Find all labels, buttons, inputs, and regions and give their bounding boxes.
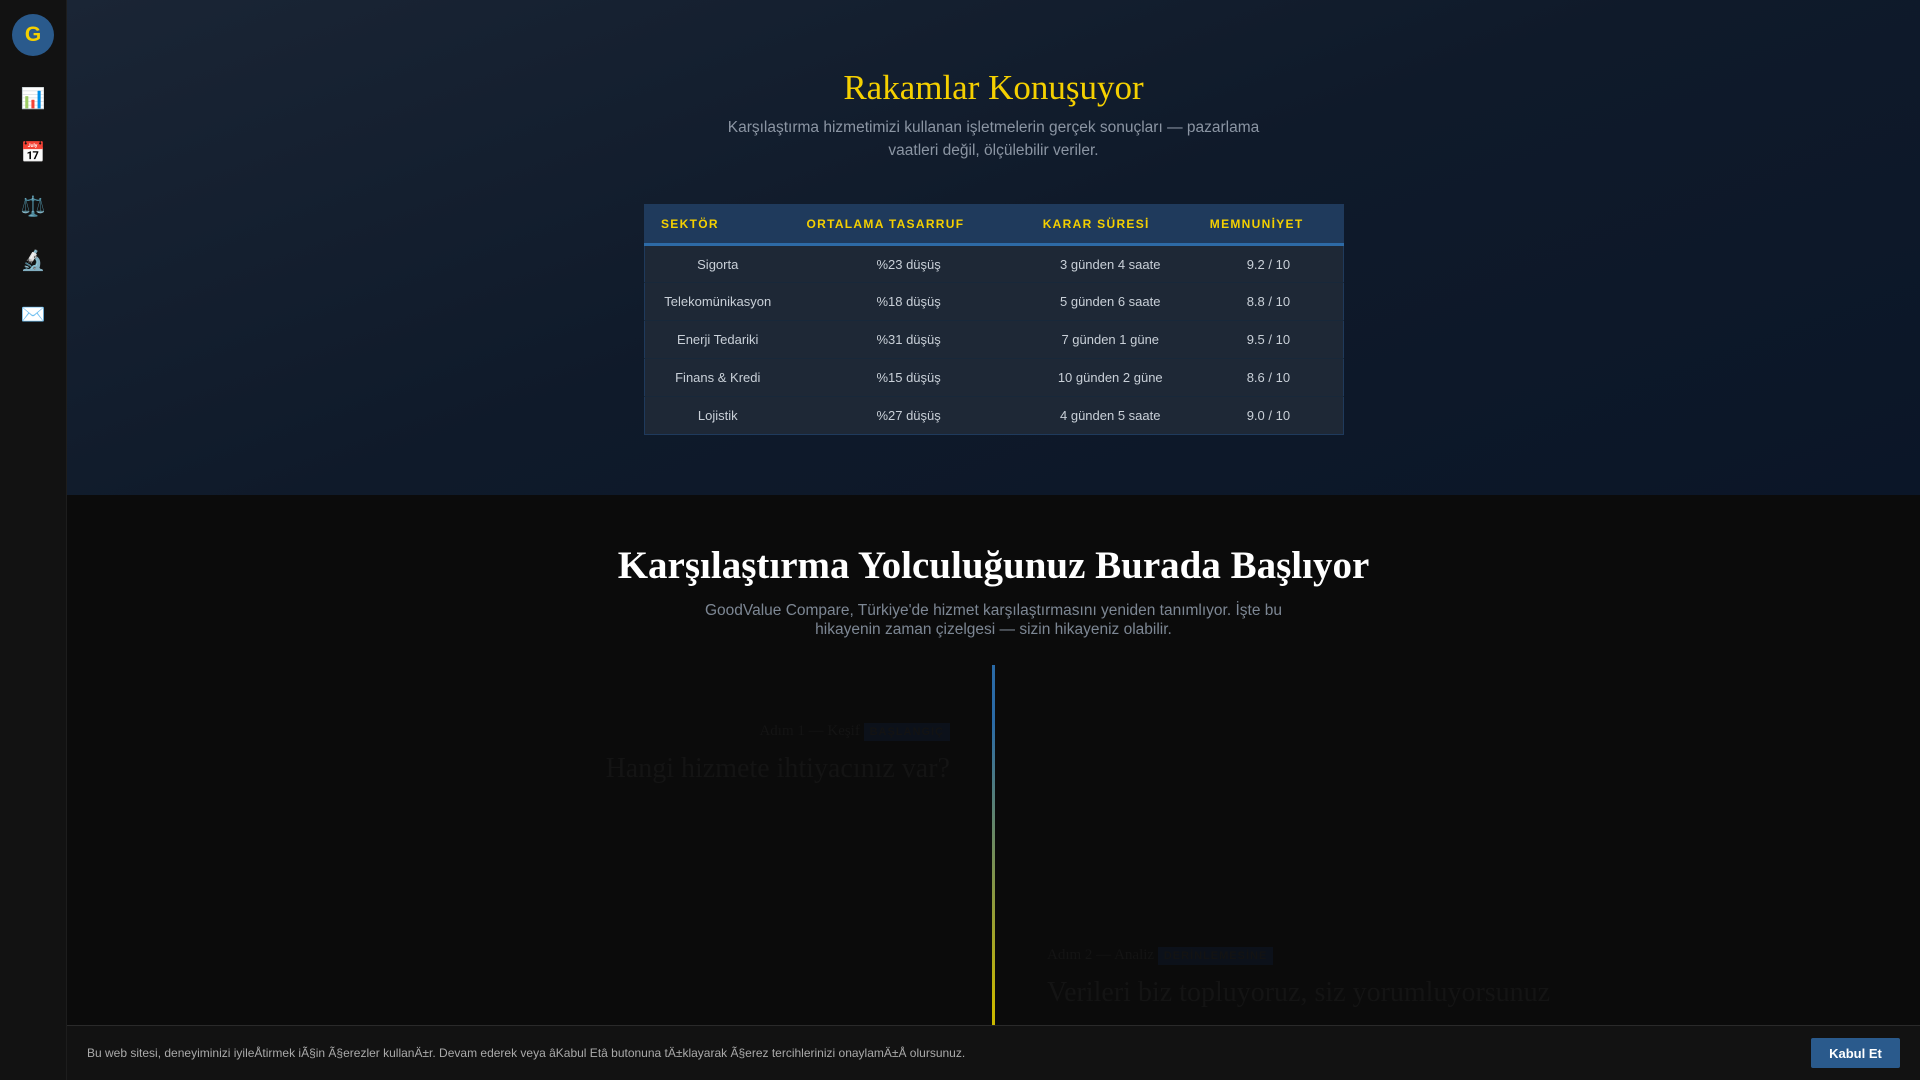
table-cell: %18 düşüş	[790, 282, 1027, 321]
table-row: Finans & Kredi %15 düşüş 10 günden 2 güne 8…	[644, 358, 1344, 397]
table-cell: 8.8 / 10	[1193, 282, 1344, 321]
chart-icon[interactable]: 📊	[19, 86, 47, 110]
timeline-step-2-label: Adım 2 — Analiz DERİNLEMESİNE	[1047, 947, 1274, 965]
table-cell: 3 günden 4 saate	[1026, 244, 1194, 283]
stats-subtitle: Karşılaştırma hizmetimizi kullanan işlet…	[727, 119, 1260, 159]
table-cell: Telekomünikasyon	[644, 282, 791, 321]
sidebar: G 📊 📅 ⚖️ 🔬 ✉️	[0, 0, 67, 1080]
stats-section: Rakamlar Konuşuyor Karşılaştırma hizmeti…	[67, 0, 1920, 495]
cookie-text: Bu web sitesi, deneyiminizi iyileÅtirmek…	[87, 1046, 966, 1060]
accept-cookies-button[interactable]: Kabul Et	[1811, 1038, 1900, 1068]
step-badge: DERİNLEMESİNE	[1157, 947, 1274, 965]
timeline-line	[992, 665, 995, 1045]
table-cell: %23 düşüş	[790, 244, 1027, 283]
table-row: Sigorta %23 düşüş 3 günden 4 saate 9.2 / 10	[644, 244, 1344, 283]
calendar-icon[interactable]: 📅	[19, 140, 47, 164]
journey-title: Karşılaştırma Yolculuğunuz Burada Başlıy…	[617, 544, 1370, 587]
logo[interactable]: G	[12, 14, 54, 56]
step-badge: BAŞLANGIÇ	[863, 723, 950, 741]
timeline-step-2-title: Verileri biz topluyoruz, siz yorumluyors…	[1047, 977, 1551, 1008]
table-row: Telekomünikasyon %18 düşüş 5 günden 6 saat…	[644, 282, 1344, 321]
mail-icon[interactable]: ✉️	[19, 302, 47, 326]
cookie-banner: Bu web sitesi, deneyiminizi iyileÅtirmek…	[67, 1025, 1920, 1080]
table-cell: 7 günden 1 güne	[1026, 320, 1194, 359]
timeline-step-1-title: Hangi hizmete ihtiyacınız var?	[605, 753, 950, 784]
table-cell: %15 düşüş	[790, 358, 1027, 397]
journey-subtitle: GoodValue Compare, Türkiye'de hizmet kar…	[704, 602, 1282, 638]
table-cell: Lojistik	[644, 396, 791, 435]
table-cell: 4 günden 5 saate	[1026, 396, 1194, 435]
timeline-step-1-label: Adım 1 — Keşif BAŞLANGIÇ	[759, 723, 950, 741]
table-cell: Finans & Kredi	[644, 358, 791, 397]
column-header: ORTALAMA TASARRUF	[790, 204, 1027, 246]
table-cell: %31 düşüş	[790, 320, 1027, 359]
table-cell: 9.0 / 10	[1193, 396, 1344, 435]
stats-title: Rakamlar Konuşuyor	[843, 68, 1144, 107]
table-cell: 10 günden 2 güne	[1026, 358, 1194, 397]
stats-table: SEKTÖR ORTALAMA TASARRUF KARAR SÜRESİ ME…	[644, 204, 1344, 435]
table-cell: 9.2 / 10	[1193, 244, 1344, 283]
journey-section: Karşılaştırma Yolculuğunuz Burada Başlıy…	[67, 495, 1920, 1080]
microscope-icon[interactable]: 🔬	[19, 248, 47, 272]
table-cell: Enerji Tedariki	[644, 320, 791, 359]
column-header: KARAR SÜRESİ	[1026, 204, 1194, 246]
table-cell: Sigorta	[644, 244, 791, 283]
table-cell: 8.6 / 10	[1193, 358, 1344, 397]
table-cell: %27 düşüş	[790, 396, 1027, 435]
table-row: Lojistik %27 düşüş 4 günden 5 saate 9.0 / 1…	[644, 396, 1344, 435]
column-header: SEKTÖR	[644, 204, 791, 246]
table-row: Enerji Tedariki %31 düşüş 7 günden 1 güne 9…	[644, 320, 1344, 359]
table-cell: 5 günden 6 saate	[1026, 282, 1194, 321]
column-header: MEMNUNİYET	[1193, 204, 1344, 246]
scales-icon[interactable]: ⚖️	[19, 194, 47, 218]
table-cell: 9.5 / 10	[1193, 320, 1344, 359]
